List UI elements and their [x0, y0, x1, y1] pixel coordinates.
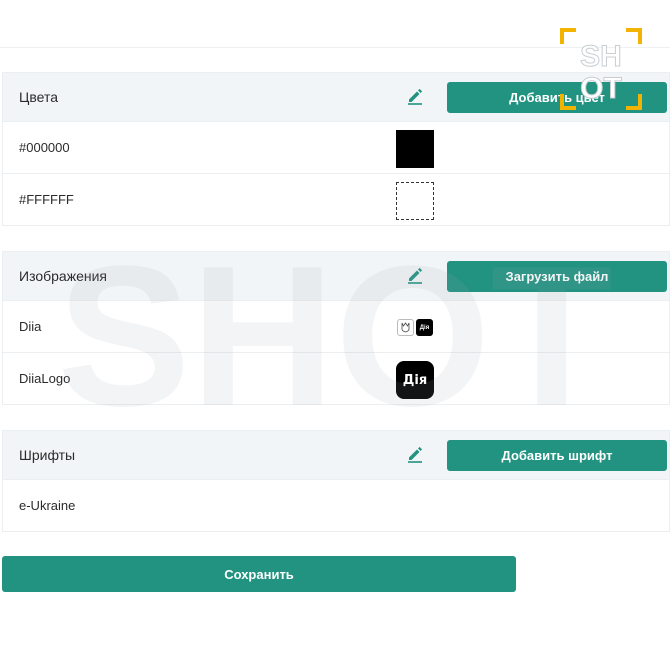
diia-logo-small: Дія — [416, 319, 433, 336]
add-font-button[interactable]: Добавить шрифт — [447, 440, 667, 471]
image-row[interactable]: Diia Дія — [3, 300, 669, 352]
font-label: e-Ukraine — [19, 498, 76, 513]
upload-file-button[interactable]: Загрузить файл — [447, 261, 667, 292]
pencil-icon[interactable] — [405, 444, 425, 464]
colors-section: Цвета Добавить цвет #000000 #FFFFFF — [2, 72, 670, 226]
color-swatch — [396, 182, 434, 220]
images-section-header: Изображения Загрузить файл — [3, 252, 669, 300]
images-section-title: Изображения — [19, 268, 107, 284]
color-row[interactable]: #000000 — [3, 121, 669, 173]
diia-logo: Дія — [396, 361, 434, 399]
fonts-section: Шрифты Добавить шрифт e-Ukraine — [2, 430, 670, 532]
colors-section-header: Цвета Добавить цвет — [3, 73, 669, 121]
color-label: #FFFFFF — [19, 192, 74, 207]
image-label: Diia — [19, 319, 42, 334]
pencil-icon[interactable] — [405, 265, 425, 285]
color-swatch — [396, 130, 434, 168]
add-color-button[interactable]: Добавить цвет — [447, 82, 667, 113]
top-strip — [0, 0, 670, 48]
image-label: DiiaLogo — [19, 371, 71, 386]
fonts-section-title: Шрифты — [19, 447, 76, 463]
images-section: Изображения Загрузить файл Diia Дія Diia… — [2, 251, 670, 405]
trident-logo-icon — [397, 319, 414, 336]
save-button[interactable]: Сохранить — [2, 556, 516, 592]
fonts-section-header: Шрифты Добавить шрифт — [3, 431, 669, 479]
colors-section-title: Цвета — [19, 89, 58, 105]
font-row[interactable]: e-Ukraine — [3, 479, 669, 531]
pencil-icon[interactable] — [405, 86, 425, 106]
color-label: #000000 — [19, 140, 70, 155]
image-row[interactable]: DiiaLogo Дія — [3, 352, 669, 404]
color-row[interactable]: #FFFFFF — [3, 173, 669, 225]
